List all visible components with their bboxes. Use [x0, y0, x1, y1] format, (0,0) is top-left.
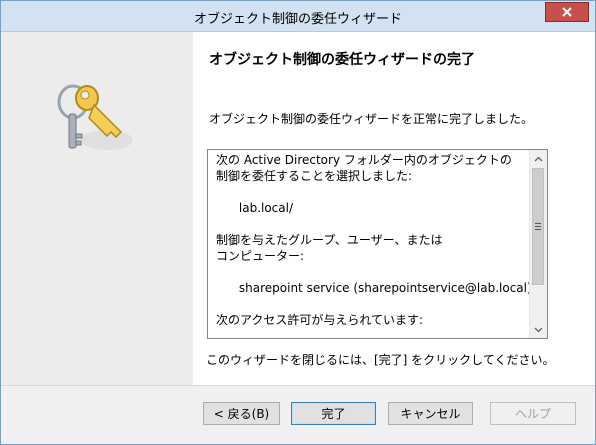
close-button[interactable] — [545, 2, 589, 22]
close-instruction: このウィザードを閉じるには、[完了] をクリックしてください。 — [206, 353, 555, 367]
completion-description: オブジェクト制御の委任ウィザードを正常に完了しました。 — [209, 112, 534, 126]
title-bar[interactable]: オブジェクト制御の委任ウィザード — [1, 1, 595, 32]
keys-icon — [57, 84, 133, 150]
chevron-down-icon — [534, 327, 543, 332]
wizard-window: オブジェクト制御の委任ウィザード オブジェクト制御の委任ウィザードの完了 オブジ… — [0, 0, 596, 445]
summary-textbox[interactable]: 次の Active Directory フォルダー内のオブジェクトの 制御を委任… — [207, 149, 548, 339]
chevron-up-icon — [534, 156, 543, 161]
summary-text: 次の Active Directory フォルダー内のオブジェクトの 制御を委任… — [216, 153, 529, 327]
scroll-down-button[interactable] — [530, 321, 547, 338]
cancel-button[interactable]: キャンセル — [388, 402, 473, 425]
scroll-thumb[interactable] — [532, 168, 544, 285]
window-title: オブジェクト制御の委任ウィザード — [193, 12, 402, 27]
vertical-scrollbar[interactable] — [529, 150, 547, 338]
finish-button[interactable]: 完了 — [291, 402, 376, 425]
page-heading: オブジェクト制御の委任ウィザードの完了 — [209, 52, 475, 68]
close-icon — [562, 7, 572, 17]
divider — [1, 385, 595, 386]
wizard-side-panel — [1, 32, 193, 385]
wizard-content: オブジェクト制御の委任ウィザードの完了 オブジェクト制御の委任ウィザードを正常に… — [1, 32, 595, 385]
back-button[interactable]: < 戻る(B) — [203, 402, 280, 425]
help-button: ヘルプ — [490, 402, 576, 425]
scroll-up-button[interactable] — [530, 150, 547, 167]
grip-icon — [535, 223, 541, 230]
